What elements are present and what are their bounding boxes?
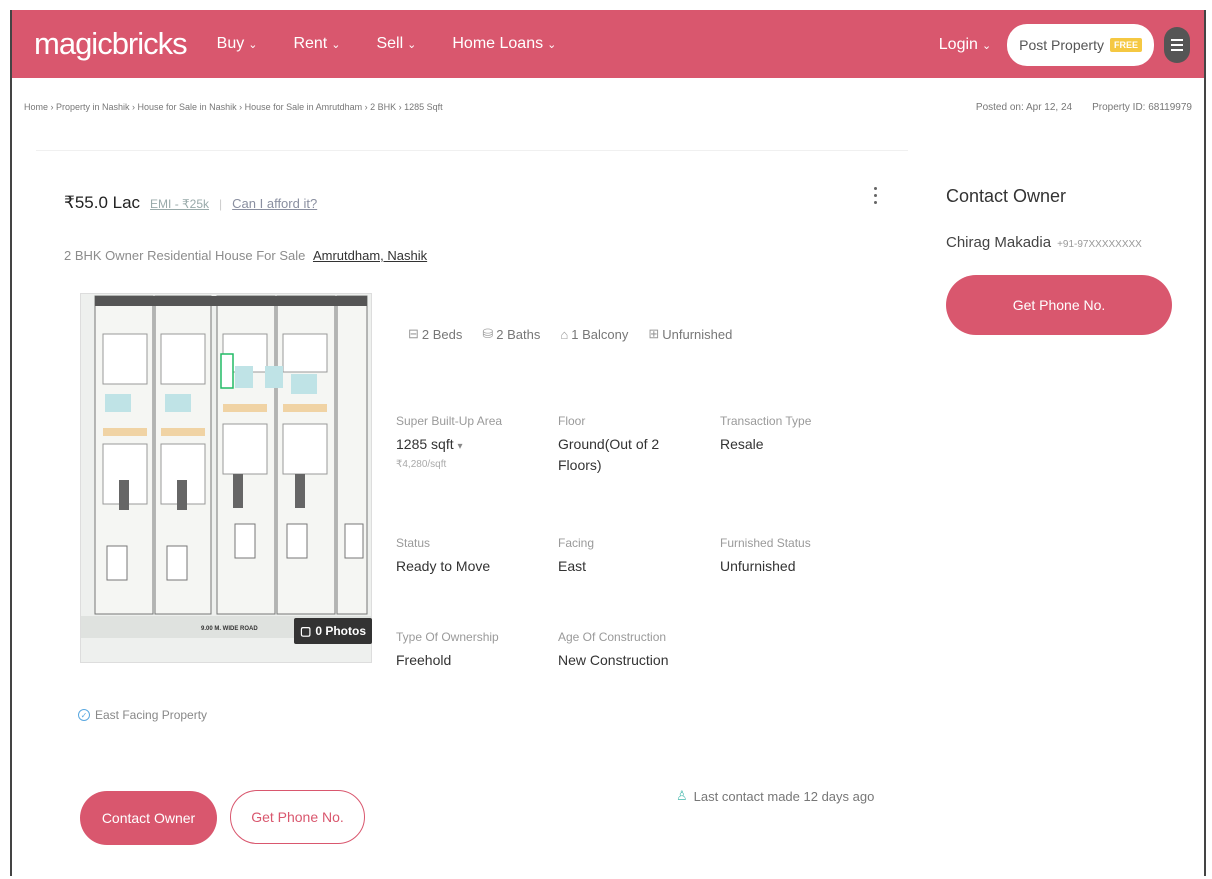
road-label: 9.00 M. WIDE ROAD xyxy=(201,626,258,632)
last-contact-info: ♙ Last contact made 12 days ago xyxy=(676,788,874,804)
detail-label: Furnished Status xyxy=(720,536,811,550)
more-options-icon[interactable] xyxy=(874,187,877,204)
check-circle-icon: ✓ xyxy=(78,709,90,721)
top-navbar: magicbricks Buy ⌄ Rent ⌄ Sell ⌄ Home Loans ⌄… xyxy=(12,10,1204,78)
detail-ownership: Type Of Ownership Freehold xyxy=(396,630,556,671)
nav-home-loans[interactable]: Home Loans ⌄ xyxy=(452,35,556,53)
detail-value: 1285 sqft ▾ xyxy=(396,434,556,457)
detail-floor: Floor Ground(Out of 2 Floors) xyxy=(558,414,698,476)
divider: | xyxy=(219,197,223,211)
post-property-button[interactable]: Post Property FREE xyxy=(1007,24,1154,66)
detail-area: Super Built-Up Area 1285 sqft ▾ ₹4,280/s… xyxy=(396,414,556,470)
posted-info: Posted on: Apr 12, 24 Property ID: 68119… xyxy=(976,102,1192,113)
nav-sell-label: Sell xyxy=(376,35,404,52)
owner-info: Chirag Makadia +91-97XXXXXXXX xyxy=(946,234,1142,251)
detail-value: Ready to Move xyxy=(396,558,491,574)
property-id: Property ID: 68119979 xyxy=(1092,102,1192,113)
post-property-label: Post Property xyxy=(1019,37,1104,53)
amenity-label: Unfurnished xyxy=(662,326,733,342)
amenity-beds: ⊟ 2 Beds xyxy=(408,326,462,342)
floor-plan-drawing: 9.00 M. WIDE ROAD xyxy=(81,294,371,662)
chevron-down-icon[interactable]: ▾ xyxy=(458,441,463,452)
furnish-icon: ⊞ xyxy=(648,326,660,341)
nav-rent-label: Rent xyxy=(293,35,328,52)
detail-value: Ground(Out of 2 Floors) xyxy=(558,436,660,473)
photo-icon: ▢ xyxy=(300,624,312,638)
amenities-row: ⊟ 2 Beds ⛁ 2 Baths ⌂ 1 Balcony ⊞ Unfurnished xyxy=(408,326,732,342)
detail-label: Super Built-Up Area xyxy=(396,414,503,428)
owner-phone: +91-97XXXXXXXX xyxy=(1057,239,1142,250)
price: ₹55.0 Lac xyxy=(64,193,141,212)
breadcrumb[interactable]: Home › Property in Nashik › House for Sa… xyxy=(24,102,443,112)
detail-transaction: Transaction Type Resale xyxy=(720,414,880,455)
hamburger-menu-icon[interactable] xyxy=(1164,27,1190,63)
photos-count: 0 Photos xyxy=(315,624,367,638)
nav-buy[interactable]: Buy ⌄ xyxy=(217,35,258,53)
chevron-down-icon: ⌄ xyxy=(547,38,557,51)
detail-value: New Construction xyxy=(558,652,669,668)
chevron-down-icon: ⌄ xyxy=(407,38,417,51)
owner-name: Chirag Makadia xyxy=(946,234,1052,251)
free-badge: FREE xyxy=(1109,38,1142,52)
price-row: ₹55.0 Lac EMI - ₹25k | Can I afford it? xyxy=(64,193,317,213)
person-icon: ♙ xyxy=(676,788,688,803)
detail-value: East xyxy=(558,558,587,574)
detail-facing: Facing East xyxy=(558,536,718,577)
nav-rent[interactable]: Rent ⌄ xyxy=(293,35,340,53)
main-nav: Buy ⌄ Rent ⌄ Sell ⌄ Home Loans ⌄ xyxy=(217,35,557,53)
emi-link[interactable]: EMI - ₹25k xyxy=(150,197,209,211)
detail-value: Resale xyxy=(720,436,764,452)
nav-sell[interactable]: Sell ⌄ xyxy=(376,35,416,53)
detail-label: Floor xyxy=(558,414,586,428)
login-label: Login xyxy=(938,36,978,53)
detail-status: Status Ready to Move xyxy=(396,536,556,577)
contact-owner-button[interactable]: Contact Owner xyxy=(80,791,217,845)
nav-home-loans-label: Home Loans xyxy=(452,35,544,52)
detail-label: Transaction Type xyxy=(720,414,812,428)
sidebar-get-phone-button[interactable]: Get Phone No. xyxy=(946,275,1172,335)
listing-subtitle: 2 BHK Owner Residential House For Sale A… xyxy=(64,248,427,263)
detail-label: Status xyxy=(396,536,431,550)
chevron-down-icon: ⌄ xyxy=(331,38,341,51)
amenity-furnishing: ⊞ Unfurnished xyxy=(648,326,732,342)
highlight-label: East Facing Property xyxy=(95,708,208,722)
detail-label: Age Of Construction xyxy=(558,630,667,644)
bath-icon: ⛁ xyxy=(482,326,494,341)
contact-card-title: Contact Owner xyxy=(946,186,1067,206)
get-phone-button[interactable]: Get Phone No. xyxy=(230,790,365,844)
detail-value: Freehold xyxy=(396,652,452,668)
amenity-label: 1 Balcony xyxy=(571,326,629,342)
listing-location-link[interactable]: Amrutdham, Nashik xyxy=(313,248,427,263)
site-logo[interactable]: magicbricks xyxy=(34,26,188,62)
chevron-down-icon: ⌄ xyxy=(248,38,258,51)
floor-plan-image[interactable]: 9.00 M. WIDE ROAD xyxy=(80,293,372,663)
amenity-label: 2 Baths xyxy=(496,326,541,342)
amenity-label: 2 Beds xyxy=(421,326,463,342)
detail-furnished: Furnished Status Unfurnished xyxy=(720,536,880,577)
area-value: 1285 sqft xyxy=(396,436,454,452)
amenity-baths: ⛁ 2 Baths xyxy=(482,326,540,342)
balcony-icon: ⌂ xyxy=(560,326,569,342)
page-frame: magicbricks Buy ⌄ Rent ⌄ Sell ⌄ Home Loans ⌄… xyxy=(10,10,1206,876)
area-rate: ₹4,280/sqft xyxy=(396,459,447,470)
detail-label: Type Of Ownership xyxy=(396,630,499,644)
amenity-balcony: ⌂ 1 Balcony xyxy=(560,326,628,342)
contact-owner-card: Contact Owner Chirag Makadia +91-97XXXXX… xyxy=(924,160,1194,365)
login-button[interactable]: Login ⌄ xyxy=(939,36,991,54)
detail-label: Facing xyxy=(558,536,595,550)
bed-icon: ⊟ xyxy=(408,326,419,341)
detail-value: Unfurnished xyxy=(720,558,796,574)
chevron-down-icon: ⌄ xyxy=(981,39,992,52)
photos-badge[interactable]: ▢ 0 Photos xyxy=(294,618,373,644)
highlight-tag: ✓ East Facing Property xyxy=(78,708,207,722)
posted-date: Posted on: Apr 12, 24 xyxy=(975,102,1073,113)
nav-buy-label: Buy xyxy=(216,35,245,52)
detail-age: Age Of Construction New Construction xyxy=(558,630,718,671)
last-contact-text: Last contact made 12 days ago xyxy=(693,788,875,804)
header-actions: Login ⌄ Post Property FREE xyxy=(939,24,1190,66)
afford-link[interactable]: Can I afford it? xyxy=(232,196,317,211)
listing-type: 2 BHK Owner Residential House For Sale xyxy=(64,248,306,263)
